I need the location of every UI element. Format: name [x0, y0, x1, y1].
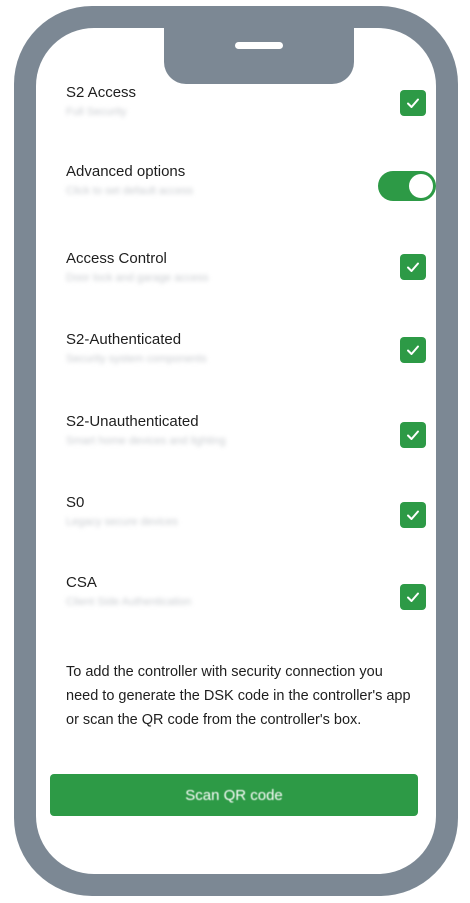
s0-checkbox[interactable] — [400, 502, 426, 528]
csa-checkbox[interactable] — [400, 584, 426, 610]
option-title: Advanced options — [66, 163, 186, 180]
option-title: S2-Authenticated — [66, 331, 182, 348]
phone-notch — [164, 28, 354, 84]
option-subtitle: Door lock and garage access — [66, 272, 209, 284]
option-access-control: Access Control Door lock and garage acce… — [66, 250, 426, 320]
option-s2-unauthenticated: S2-Unauthenticated Smart home devices an… — [66, 413, 426, 483]
option-subtitle: Smart home devices and lighting — [66, 435, 226, 447]
option-title: S2 Access — [66, 84, 137, 101]
option-subtitle: Legacy secure devices — [66, 516, 178, 528]
option-csa: CSA Client Side Authentication — [66, 574, 426, 644]
option-s2-access: S2 Access Full Security — [66, 84, 426, 154]
scan-qr-code-label: Scan QR code — [185, 786, 283, 804]
option-title: S0 — [66, 494, 85, 511]
option-s2-authenticated: S2-Authenticated Security system compone… — [66, 331, 426, 401]
option-title: Access Control — [66, 250, 167, 267]
checkmark-icon — [407, 262, 419, 272]
option-subtitle: Full Security — [66, 106, 127, 118]
checkmark-icon — [407, 430, 419, 440]
security-info-text: To add the controller with security conn… — [66, 664, 411, 728]
checkmark-icon — [407, 510, 419, 520]
speaker-icon — [235, 42, 283, 49]
option-subtitle: Security system components — [66, 353, 207, 365]
option-subtitle: Client Side Authentication — [66, 596, 192, 608]
checkmark-icon — [407, 592, 419, 602]
option-title: CSA — [66, 574, 97, 591]
s2-access-checkbox[interactable] — [400, 90, 426, 116]
phone-frame: S2 Access Full Security Advanced options… — [14, 6, 458, 896]
checkmark-icon — [407, 345, 419, 355]
phone-screen: S2 Access Full Security Advanced options… — [36, 28, 436, 874]
scan-qr-code-button[interactable]: Scan QR code — [50, 774, 418, 816]
s2-authenticated-checkbox[interactable] — [400, 337, 426, 363]
option-subtitle: Click to set default access — [66, 185, 194, 197]
toggle-knob — [409, 174, 433, 198]
s2-unauthenticated-checkbox[interactable] — [400, 422, 426, 448]
checkmark-icon — [407, 98, 419, 108]
option-title: S2-Unauthenticated — [66, 413, 199, 430]
option-advanced-options: Advanced options Click to set default ac… — [66, 163, 436, 233]
advanced-options-toggle[interactable] — [378, 171, 436, 201]
access-control-checkbox[interactable] — [400, 254, 426, 280]
option-s0: S0 Legacy secure devices — [66, 494, 426, 564]
